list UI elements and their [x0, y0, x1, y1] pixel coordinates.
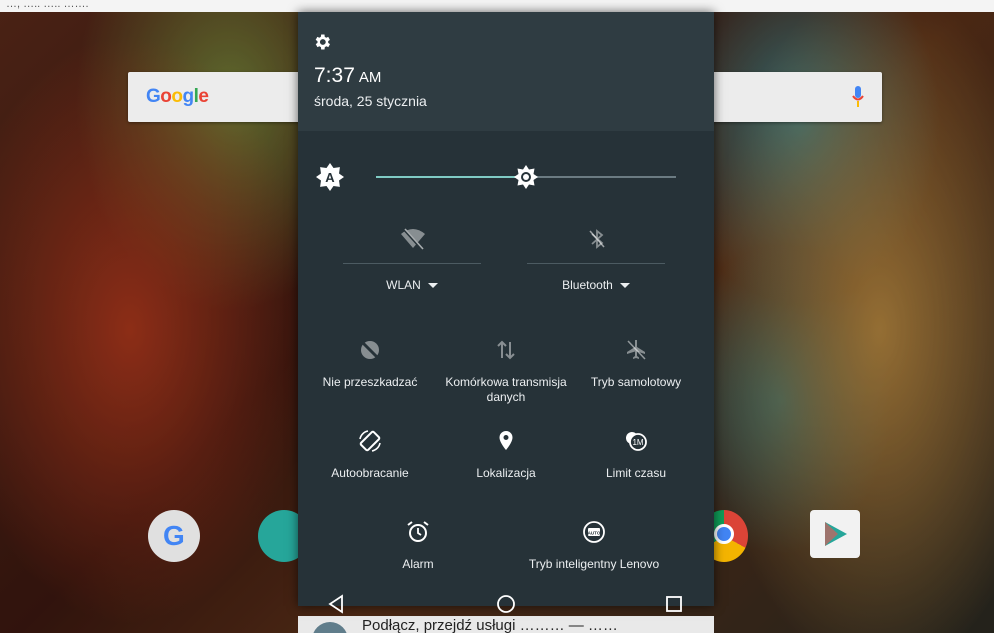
date[interactable]: środa, 25 stycznia — [314, 93, 427, 109]
tile-location[interactable]: Lokalizacja — [436, 428, 576, 508]
play-store-app-icon[interactable] — [810, 510, 860, 558]
svg-text:A: A — [325, 170, 335, 185]
svg-text:1M: 1M — [632, 438, 643, 447]
tile-wlan-label[interactable]: WLAN — [343, 278, 481, 292]
auto-rotate-icon — [359, 430, 381, 452]
background-notification[interactable]: Podłącz, przejdź usługi ……… — …… — [298, 616, 714, 633]
tile-label: Tryb samolotowy — [590, 375, 682, 389]
avatar — [312, 622, 348, 633]
navigation-bar — [298, 590, 714, 618]
chevron-down-icon — [427, 283, 438, 289]
tile-divider — [343, 263, 481, 264]
shade-header: 7:37 AM środa, 25 stycznia — [298, 12, 714, 131]
status-text: …, ….. ….. ……. — [6, 0, 89, 10]
screen-timeout-icon: 1M — [626, 432, 647, 451]
bluetooth-off-icon — [589, 229, 605, 249]
notification-text: Podłącz, przejdź usługi ……… — …… — [362, 617, 618, 633]
do-not-disturb-icon — [359, 339, 381, 361]
wifi-off-icon — [401, 227, 425, 251]
airplane-icon — [627, 340, 646, 360]
clock[interactable]: 7:37 AM — [314, 64, 381, 88]
tile-smart-mode[interactable]: AUTO Tryb inteligentny Lenovo — [490, 519, 698, 599]
chevron-down-icon — [619, 283, 630, 289]
tile-do-not-disturb[interactable]: Nie przeszkadzać — [300, 337, 440, 417]
tile-auto-rotate[interactable]: Autoobracanie — [300, 428, 440, 508]
tile-mobile-data[interactable]: Komórkowa transmisja danych — [436, 337, 576, 417]
tile-bluetooth[interactable]: Bluetooth — [527, 222, 665, 312]
tile-divider — [527, 263, 665, 264]
clock-ampm: AM — [358, 69, 382, 86]
google-logo: Google — [146, 86, 209, 107]
back-icon[interactable] — [326, 593, 348, 615]
brightness-thumb-icon[interactable] — [514, 165, 538, 189]
tile-label: Autoobracanie — [331, 466, 409, 480]
quick-settings-panel: 7:37 AM środa, 25 stycznia A WLAN Blueto… — [298, 12, 714, 614]
home-icon[interactable] — [495, 593, 517, 615]
clock-time: 7:37 — [314, 64, 355, 87]
location-icon — [499, 431, 513, 450]
tile-bluetooth-label[interactable]: Bluetooth — [527, 278, 665, 292]
google-app-icon[interactable]: G — [148, 510, 200, 562]
svg-text:AUTO: AUTO — [588, 531, 601, 536]
gear-icon[interactable] — [312, 32, 332, 52]
auto-brightness-icon[interactable]: A — [316, 163, 344, 191]
tile-label: Nie przeszkadzać — [322, 375, 418, 389]
tile-label: Limit czasu — [605, 466, 667, 480]
mobile-data-icon — [497, 340, 515, 360]
tile-label: Komórkowa transmisja danych — [445, 375, 567, 404]
status-bar: …, ….. ….. ……. — [0, 0, 994, 12]
tile-label: Tryb inteligentny Lenovo — [528, 557, 660, 571]
alarm-icon — [407, 521, 429, 542]
smart-mode-icon: AUTO — [583, 521, 605, 543]
tile-wlan[interactable]: WLAN — [343, 222, 481, 312]
slider-fill — [376, 176, 526, 178]
recents-icon[interactable] — [663, 593, 685, 615]
tile-label: Lokalizacja — [476, 466, 536, 480]
tile-screen-timeout[interactable]: 1M Limit czasu — [566, 428, 706, 508]
brightness-slider[interactable] — [376, 164, 676, 190]
tile-airplane-mode[interactable]: Tryb samolotowy — [566, 337, 706, 417]
mic-icon[interactable] — [852, 86, 864, 108]
